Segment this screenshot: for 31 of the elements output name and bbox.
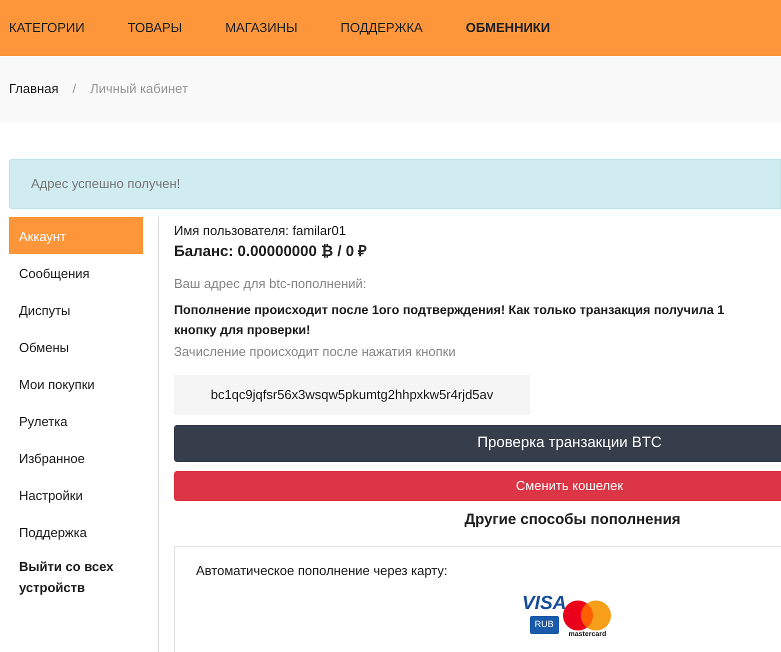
sidebar-item[interactable]: Обмены <box>9 328 143 365</box>
nav-link[interactable]: ТОВАРЫ <box>128 18 182 38</box>
change-wallet-button[interactable]: Сменить кошелек <box>174 471 781 501</box>
breadcrumb-current: Личный кабинет <box>90 80 188 98</box>
card-topup-text: Автоматическое пополнение через карту: <box>196 562 448 580</box>
rub-label: RUB <box>530 616 559 634</box>
sidebar-item[interactable]: Настройки <box>9 476 143 513</box>
nav-link[interactable]: МАГАЗИНЫ <box>225 18 298 38</box>
visa-logo-text: VISA <box>522 594 566 613</box>
sidebar-item[interactable]: Поддержка <box>9 513 143 550</box>
success-alert: Адрес успешно получен! <box>9 159 781 209</box>
username-text: Имя пользователя: familar01 <box>174 222 347 240</box>
sidebar-item[interactable]: Сообщения <box>9 254 143 291</box>
check-transaction-button[interactable]: Проверка транзакции BTC <box>174 425 781 462</box>
credit-note: Зачисление происходит после нажатия кнопки <box>174 342 457 361</box>
breadcrumb-link[interactable]: Главная <box>9 79 58 99</box>
sidebar-item[interactable]: Мои покупки <box>9 365 143 402</box>
nav-link[interactable]: ПОДДЕРЖКА <box>340 18 423 38</box>
nav-link[interactable]: КАТЕГОРИИ <box>9 18 85 38</box>
balance-text: Баланс: 0.00000000 ₿ / 0 ₽ <box>174 242 368 262</box>
section-title: Другие способы пополнения <box>463 510 682 530</box>
address-label: Ваш адрес для btc-пополнений: <box>174 275 368 293</box>
sidebar-item[interactable]: Рулетка <box>9 402 143 439</box>
sidebar-item[interactable]: Выйти со всех устройств <box>9 550 143 608</box>
breadcrumb-separator: / <box>72 80 76 98</box>
sidebar-item[interactable]: Избранное <box>9 439 143 476</box>
sidebar-item[interactable]: Диспуты <box>9 291 143 328</box>
notice-text: кнопку для проверки! <box>174 322 312 339</box>
nav-link[interactable]: ОБМЕННИКИ <box>466 18 550 38</box>
wallet-address: bc1qc9jqfsr56x3wsqw5pkumtg2hhpxkw5r4rjd5av <box>174 375 530 415</box>
notice-text: Пополнение происходит после 1ого подтверждения! Как только транзакция получила 1 <box>174 302 726 319</box>
